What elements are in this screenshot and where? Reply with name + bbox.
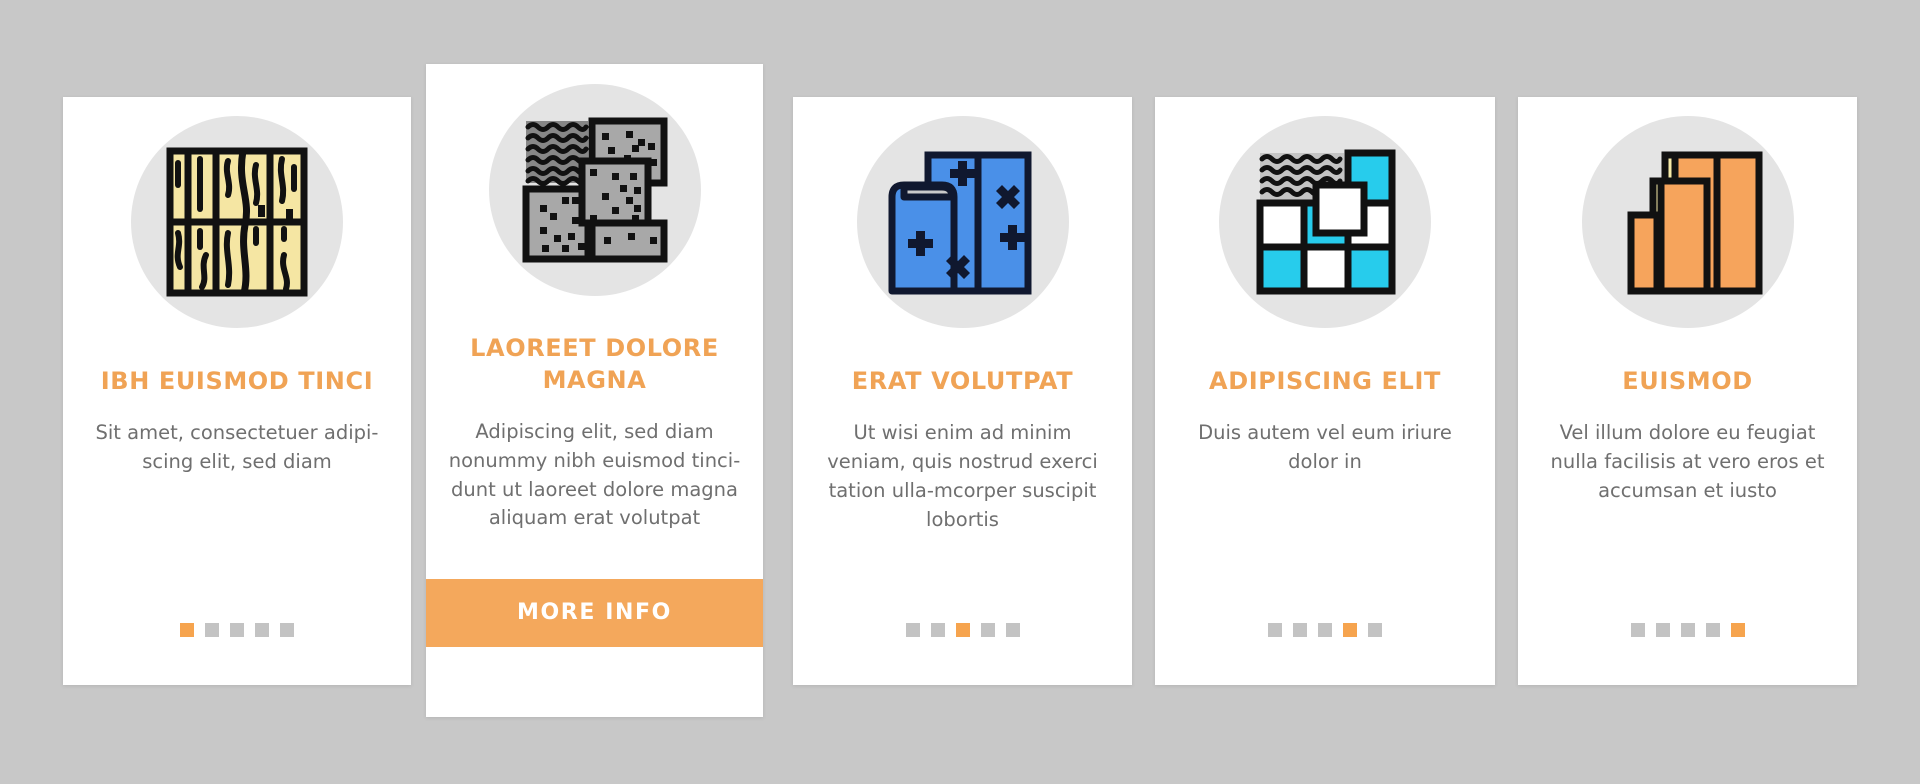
onboarding-card-3[interactable]: ERAT VOLUTPAT Ut wisi enim ad minim veni… (793, 97, 1132, 685)
pagination-dots-3[interactable] (905, 623, 1020, 637)
pagination-dot[interactable] (255, 623, 269, 637)
card-body-text: Adipiscing elit, sed diam nonummy nibh e… (448, 419, 741, 530)
pagination-dot[interactable] (1005, 623, 1020, 637)
icon-area-5 (1518, 97, 1857, 347)
onboarding-card-5[interactable]: EUISMOD Vel illum dolore eu feugiat null… (1518, 97, 1857, 685)
pagination-dot[interactable] (280, 623, 294, 637)
pagination-dot[interactable] (1680, 623, 1695, 637)
onboarding-card-4[interactable]: ADIPISCING ELIT Duis autem vel eum iriur… (1155, 97, 1495, 685)
card-title: ERAT VOLUTPAT (851, 367, 1074, 395)
laminate-board-stack-icon (1627, 151, 1762, 295)
onboarding-card-1[interactable]: IBH EUISMOD TINCI Sit amet, consectetuer… (63, 97, 411, 685)
more-info-button[interactable]: MORE INFO (426, 579, 763, 647)
icon-area-1 (63, 97, 411, 347)
card-title: EUISMOD (1622, 367, 1753, 395)
card-body-text: Duis autem vel eum iriure dolor in (1198, 421, 1452, 474)
card-title: LAOREET DOLORE MAGNA (470, 334, 719, 395)
pagination-dot[interactable] (955, 623, 970, 637)
onboarding-card-2[interactable]: LAOREET DOLORE MAGNA Adipiscing elit, se… (426, 64, 763, 717)
onboarding-screens-container: IBH EUISMOD TINCI Sit amet, consectetuer… (0, 0, 1920, 784)
icon-area-3 (793, 97, 1132, 347)
pagination-dot[interactable] (180, 623, 194, 637)
pagination-dot[interactable] (230, 623, 244, 637)
stone-tile-pattern-icon (522, 117, 667, 263)
pagination-dot[interactable] (1293, 623, 1307, 637)
pagination-dot[interactable] (905, 623, 920, 637)
pagination-dot[interactable] (1705, 623, 1720, 637)
card-body-text: Ut wisi enim ad minim veniam, quis nostr… (827, 421, 1098, 531)
pagination-dots-1[interactable] (180, 623, 294, 637)
pagination-dot[interactable] (1655, 623, 1670, 637)
pagination-dot[interactable] (1318, 623, 1332, 637)
icon-area-4 (1155, 97, 1495, 347)
pagination-dot[interactable] (1368, 623, 1382, 637)
icon-area-2 (426, 64, 763, 316)
wood-grain-plank-icon (166, 147, 308, 297)
pagination-dot[interactable] (980, 623, 995, 637)
card-title: IBH EUISMOD TINCI (100, 367, 374, 395)
ceramic-tile-grid-icon (1256, 149, 1396, 295)
card-title: ADIPISCING ELIT (1209, 367, 1441, 395)
pagination-dots-4[interactable] (1268, 623, 1382, 637)
carpet-roll-icon (888, 151, 1031, 295)
pagination-dot[interactable] (1730, 623, 1745, 637)
pagination-dot[interactable] (1268, 623, 1282, 637)
pagination-dot[interactable] (1343, 623, 1357, 637)
pagination-dot[interactable] (930, 623, 945, 637)
card-body-text: Vel illum dolore eu feugiat nulla facili… (1550, 421, 1825, 503)
pagination-dot[interactable] (205, 623, 219, 637)
card-body-text: Sit amet, consectetuer adipi-scing elit,… (95, 421, 379, 474)
pagination-dots-5[interactable] (1630, 623, 1745, 637)
pagination-dot[interactable] (1630, 623, 1645, 637)
